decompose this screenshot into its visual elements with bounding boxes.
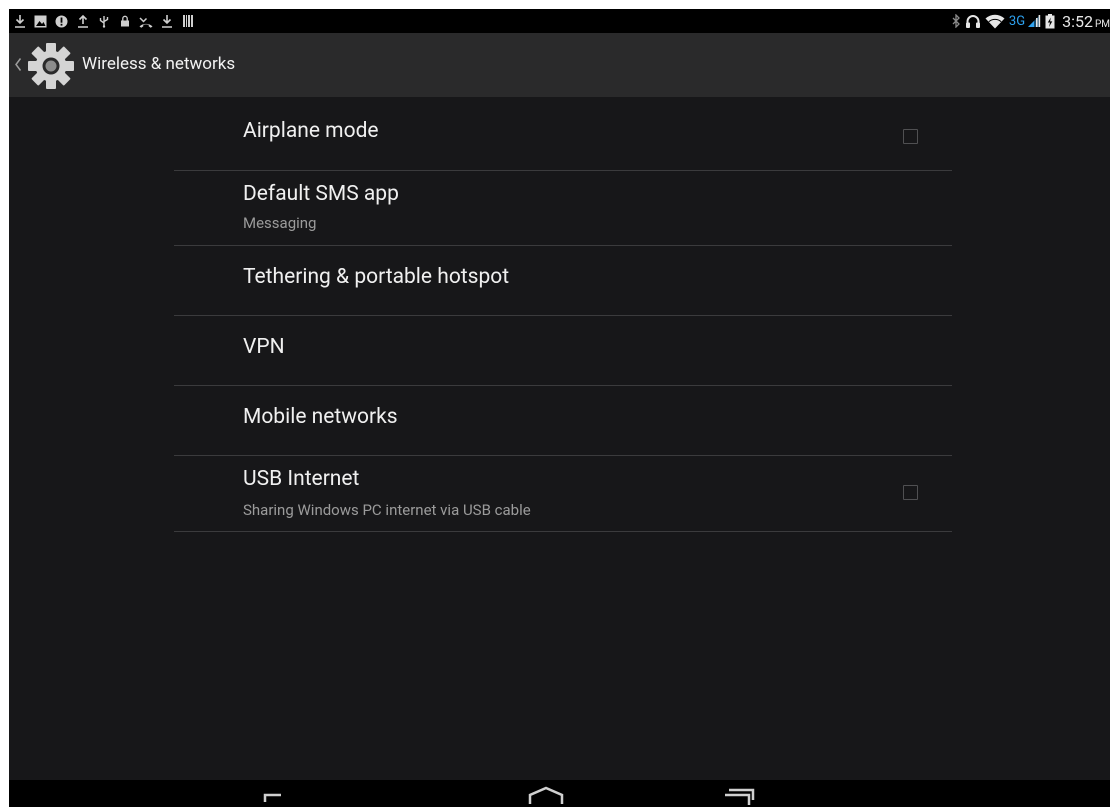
setting-vpn[interactable]: VPN bbox=[174, 316, 952, 386]
setting-title: Mobile networks bbox=[243, 405, 398, 429]
settings-gear-icon[interactable] bbox=[26, 41, 76, 91]
up-navigation-icon[interactable] bbox=[14, 57, 22, 72]
navigation-bar bbox=[9, 780, 1110, 807]
settings-list: Airplane mode Default SMS app Messaging … bbox=[174, 97, 952, 532]
back-icon[interactable] bbox=[253, 780, 293, 807]
download-icon bbox=[156, 9, 177, 33]
clock-time: 3:52 bbox=[1062, 11, 1093, 31]
setting-summary: Messaging bbox=[243, 214, 317, 232]
setting-title: Airplane mode bbox=[243, 119, 379, 143]
lock-icon bbox=[114, 9, 135, 33]
recents-icon[interactable] bbox=[717, 780, 757, 807]
clock: 3:52 PM bbox=[1062, 12, 1110, 31]
usb-icon bbox=[93, 9, 114, 33]
setting-tethering-hotspot[interactable]: Tethering & portable hotspot bbox=[174, 246, 952, 316]
setting-title: VPN bbox=[243, 335, 285, 359]
setting-title: Default SMS app bbox=[243, 182, 399, 206]
setting-title: Tethering & portable hotspot bbox=[243, 265, 510, 289]
missed-call-icon bbox=[135, 9, 156, 33]
system-icons: 3G 3:52 PM bbox=[952, 9, 1110, 33]
airplane-mode-checkbox[interactable] bbox=[903, 129, 918, 144]
download-icon bbox=[9, 9, 30, 33]
action-bar: Wireless & networks bbox=[9, 33, 1110, 97]
barcode-icon bbox=[177, 9, 198, 33]
setting-summary: Sharing Windows PC internet via USB cabl… bbox=[243, 501, 531, 519]
alert-icon bbox=[51, 9, 72, 33]
screen: 3G 3:52 PM Wireless & networks Airplane … bbox=[9, 9, 1110, 807]
bluetooth-icon bbox=[952, 14, 960, 28]
gallery-icon bbox=[30, 9, 51, 33]
notification-icons bbox=[9, 9, 198, 33]
setting-usb-internet[interactable]: USB Internet Sharing Windows PC internet… bbox=[174, 456, 952, 532]
setting-default-sms-app[interactable]: Default SMS app Messaging bbox=[174, 171, 952, 246]
network-type-label: 3G bbox=[1008, 13, 1026, 29]
signal-icon bbox=[1028, 15, 1041, 27]
home-icon[interactable] bbox=[526, 780, 566, 807]
usb-internet-checkbox[interactable] bbox=[903, 485, 918, 500]
setting-title: USB Internet bbox=[243, 467, 360, 491]
upload-icon bbox=[72, 9, 93, 33]
clock-ampm: PM bbox=[1094, 18, 1110, 30]
setting-airplane-mode[interactable]: Airplane mode bbox=[174, 97, 952, 171]
headset-icon bbox=[965, 14, 980, 28]
wifi-icon bbox=[985, 14, 1005, 28]
setting-mobile-networks[interactable]: Mobile networks bbox=[174, 386, 952, 456]
status-bar: 3G 3:52 PM bbox=[9, 9, 1110, 33]
battery-icon bbox=[1045, 13, 1055, 28]
page-title: Wireless & networks bbox=[82, 54, 236, 74]
